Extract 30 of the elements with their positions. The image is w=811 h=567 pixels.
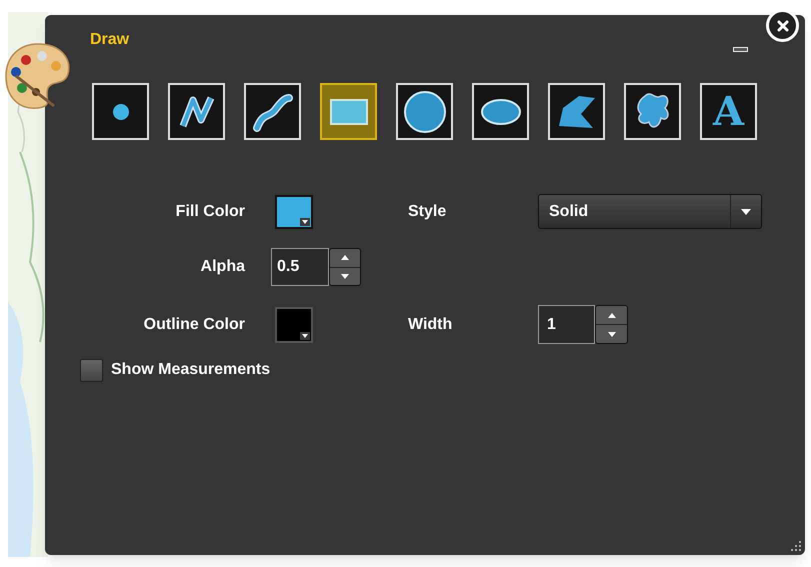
caret-icon bbox=[300, 332, 310, 340]
tool-button[interactable]: A bbox=[700, 83, 757, 140]
down-arrow-icon bbox=[341, 274, 349, 279]
tool-button[interactable] bbox=[168, 83, 225, 140]
tool-button[interactable] bbox=[92, 83, 149, 140]
style-label: Style bbox=[408, 202, 448, 222]
fill-color-picker[interactable] bbox=[275, 194, 313, 228]
up-arrow-icon bbox=[608, 312, 616, 318]
outline-color-picker[interactable] bbox=[275, 306, 313, 342]
close-icon bbox=[776, 20, 788, 32]
alpha-label: Alpha bbox=[200, 257, 245, 277]
tool-button[interactable] bbox=[548, 83, 605, 140]
minimize-button[interactable] bbox=[733, 47, 748, 52]
window-title: Draw bbox=[90, 30, 130, 50]
tool-button[interactable] bbox=[396, 83, 453, 140]
outline-color-label: Outline Color bbox=[142, 314, 245, 334]
tool-button[interactable] bbox=[624, 83, 681, 140]
fill-color-label: Fill Color bbox=[174, 202, 245, 222]
resize-grip-icon bbox=[790, 540, 802, 552]
style-dropdown[interactable]: Solid bbox=[538, 194, 762, 229]
caret-icon bbox=[300, 218, 310, 226]
tool-button[interactable] bbox=[472, 83, 529, 140]
close-button[interactable] bbox=[766, 9, 799, 42]
width-label: Width bbox=[408, 314, 454, 334]
checkbox[interactable] bbox=[80, 358, 103, 382]
up-arrow-icon bbox=[341, 255, 349, 260]
tool-button[interactable] bbox=[244, 83, 301, 140]
caret-icon bbox=[741, 208, 751, 214]
down-arrow-icon bbox=[608, 332, 616, 336]
show-measurements-label: Show Measurements bbox=[111, 360, 270, 380]
